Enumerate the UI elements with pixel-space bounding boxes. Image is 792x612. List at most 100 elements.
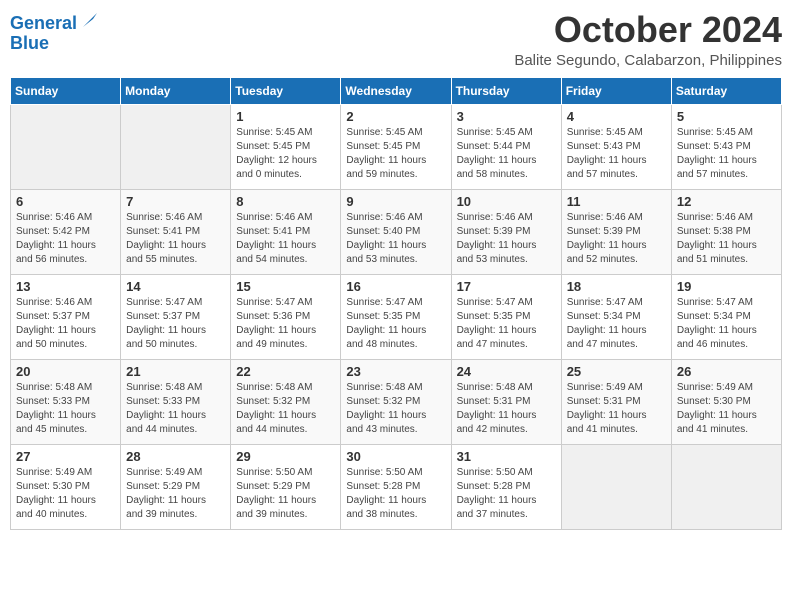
calendar-table: SundayMondayTuesdayWednesdayThursdayFrid… (10, 77, 782, 530)
day-cell: 9 Sunrise: 5:46 AM Sunset: 5:40 PM Daylig… (341, 189, 451, 274)
day-cell: 26Sunrise: 5:49 AM Sunset: 5:30 PM Dayli… (671, 359, 781, 444)
day-number: 4 (567, 109, 666, 124)
day-cell: 5Sunrise: 5:45 AM Sunset: 5:43 PM Daylig… (671, 104, 781, 189)
day-info: Sunrise: 5:48 AM Sunset: 5:32 PM Dayligh… (346, 381, 445, 437)
day-cell: 21 Sunrise: 5:48 AM Sunset: 5:33 PM Dayli… (121, 359, 231, 444)
day-cell: 25 Sunrise: 5:49 AM Sunset: 5:31 PM Dayli… (561, 359, 671, 444)
day-cell: 13 Sunrise: 5:46 AM Sunset: 5:37 PM Dayli… (11, 274, 121, 359)
day-cell: 3 Sunrise: 5:45 AM Sunset: 5:44 PM Daylig… (451, 104, 561, 189)
week-row-5: 27 Sunrise: 5:49 AM Sunset: 5:30 PM Dayli… (11, 444, 782, 529)
day-cell (11, 104, 121, 189)
day-info: Sunrise: 5:47 AM Sunset: 5:37 PM Dayligh… (126, 296, 225, 352)
day-info: Sunrise: 5:48 AM Sunset: 5:32 PM Dayligh… (236, 381, 335, 437)
day-info: Sunrise: 5:46 AM Sunset: 5:39 PM Dayligh… (567, 211, 666, 267)
day-cell (121, 104, 231, 189)
day-info: Sunrise: 5:49 AM Sunset: 5:30 PM Dayligh… (16, 466, 115, 522)
day-cell: 10 Sunrise: 5:46 AM Sunset: 5:39 PM Dayli… (451, 189, 561, 274)
day-number: 22 (236, 364, 335, 379)
day-number: 19 (677, 279, 776, 294)
day-info: Sunrise: 5:46 AM Sunset: 5:40 PM Dayligh… (346, 211, 445, 267)
day-info: Sunrise: 5:46 AM Sunset: 5:41 PM Dayligh… (236, 211, 335, 267)
day-info: Sunrise: 5:47 AM Sunset: 5:35 PM Dayligh… (346, 296, 445, 352)
day-info: Sunrise: 5:45 AM Sunset: 5:45 PM Dayligh… (346, 126, 445, 182)
day-number: 31 (457, 449, 556, 464)
day-info: Sunrise: 5:48 AM Sunset: 5:33 PM Dayligh… (126, 381, 225, 437)
day-number: 13 (16, 279, 115, 294)
day-number: 30 (346, 449, 445, 464)
day-info: Sunrise: 5:47 AM Sunset: 5:35 PM Dayligh… (457, 296, 556, 352)
day-info: Sunrise: 5:46 AM Sunset: 5:41 PM Dayligh… (126, 211, 225, 267)
day-cell: 18Sunrise: 5:47 AM Sunset: 5:34 PM Dayli… (561, 274, 671, 359)
logo-bird-icon (79, 13, 97, 31)
header-cell-sunday: Sunday (11, 77, 121, 104)
day-number: 1 (236, 109, 335, 124)
title-block: October 2024 Balite Segundo, Calabarzon,… (514, 10, 782, 69)
day-number: 15 (236, 279, 335, 294)
day-info: Sunrise: 5:45 AM Sunset: 5:44 PM Dayligh… (457, 126, 556, 182)
day-number: 9 (346, 194, 445, 209)
day-cell: 31 Sunrise: 5:50 AM Sunset: 5:28 PM Dayli… (451, 444, 561, 529)
day-cell: 22 Sunrise: 5:48 AM Sunset: 5:32 PM Dayli… (231, 359, 341, 444)
month-title: October 2024 (514, 10, 782, 50)
day-cell: 30Sunrise: 5:50 AM Sunset: 5:28 PM Dayli… (341, 444, 451, 529)
day-number: 16 (346, 279, 445, 294)
day-info: Sunrise: 5:48 AM Sunset: 5:33 PM Dayligh… (16, 381, 115, 437)
day-cell: 7 Sunrise: 5:46 AM Sunset: 5:41 PM Daylig… (121, 189, 231, 274)
day-info: Sunrise: 5:46 AM Sunset: 5:42 PM Dayligh… (16, 211, 115, 267)
day-cell: 19 Sunrise: 5:47 AM Sunset: 5:34 PM Dayli… (671, 274, 781, 359)
day-cell: 27 Sunrise: 5:49 AM Sunset: 5:30 PM Dayli… (11, 444, 121, 529)
day-info: Sunrise: 5:47 AM Sunset: 5:34 PM Dayligh… (677, 296, 776, 352)
day-info: Sunrise: 5:48 AM Sunset: 5:31 PM Dayligh… (457, 381, 556, 437)
day-cell: 4 Sunrise: 5:45 AM Sunset: 5:43 PM Daylig… (561, 104, 671, 189)
day-number: 29 (236, 449, 335, 464)
day-cell: 1 Sunrise: 5:45 AM Sunset: 5:45 PM Daylig… (231, 104, 341, 189)
day-info: Sunrise: 5:49 AM Sunset: 5:31 PM Dayligh… (567, 381, 666, 437)
week-row-2: 6 Sunrise: 5:46 AM Sunset: 5:42 PM Daylig… (11, 189, 782, 274)
day-number: 21 (126, 364, 225, 379)
day-number: 10 (457, 194, 556, 209)
day-info: Sunrise: 5:45 AM Sunset: 5:45 PM Dayligh… (236, 126, 335, 182)
header-row: SundayMondayTuesdayWednesdayThursdayFrid… (11, 77, 782, 104)
day-number: 25 (567, 364, 666, 379)
day-number: 6 (16, 194, 115, 209)
day-info: Sunrise: 5:47 AM Sunset: 5:36 PM Dayligh… (236, 296, 335, 352)
day-cell (561, 444, 671, 529)
page-header: General Blue October 2024 Balite Segundo… (10, 10, 782, 69)
logo: General Blue (10, 14, 97, 54)
day-cell: 12Sunrise: 5:46 AM Sunset: 5:38 PM Dayli… (671, 189, 781, 274)
day-number: 2 (346, 109, 445, 124)
week-row-1: 1 Sunrise: 5:45 AM Sunset: 5:45 PM Daylig… (11, 104, 782, 189)
day-cell: 14 Sunrise: 5:47 AM Sunset: 5:37 PM Dayli… (121, 274, 231, 359)
day-cell: 16 Sunrise: 5:47 AM Sunset: 5:35 PM Dayli… (341, 274, 451, 359)
week-row-4: 20 Sunrise: 5:48 AM Sunset: 5:33 PM Dayli… (11, 359, 782, 444)
day-number: 5 (677, 109, 776, 124)
day-number: 18 (567, 279, 666, 294)
location-title: Balite Segundo, Calabarzon, Philippines (514, 52, 782, 69)
day-cell: 28Sunrise: 5:49 AM Sunset: 5:29 PM Dayli… (121, 444, 231, 529)
day-cell: 23 Sunrise: 5:48 AM Sunset: 5:32 PM Dayli… (341, 359, 451, 444)
day-cell: 6 Sunrise: 5:46 AM Sunset: 5:42 PM Daylig… (11, 189, 121, 274)
day-info: Sunrise: 5:46 AM Sunset: 5:39 PM Dayligh… (457, 211, 556, 267)
day-cell: 11 Sunrise: 5:46 AM Sunset: 5:39 PM Dayli… (561, 189, 671, 274)
day-number: 23 (346, 364, 445, 379)
day-cell: 24 Sunrise: 5:48 AM Sunset: 5:31 PM Dayli… (451, 359, 561, 444)
day-info: Sunrise: 5:45 AM Sunset: 5:43 PM Dayligh… (567, 126, 666, 182)
day-info: Sunrise: 5:46 AM Sunset: 5:37 PM Dayligh… (16, 296, 115, 352)
header-cell-thursday: Thursday (451, 77, 561, 104)
header-cell-friday: Friday (561, 77, 671, 104)
day-number: 7 (126, 194, 225, 209)
header-cell-tuesday: Tuesday (231, 77, 341, 104)
day-cell (671, 444, 781, 529)
day-number: 24 (457, 364, 556, 379)
day-cell: 2 Sunrise: 5:45 AM Sunset: 5:45 PM Daylig… (341, 104, 451, 189)
day-cell: 8Sunrise: 5:46 AM Sunset: 5:41 PM Daylig… (231, 189, 341, 274)
day-number: 3 (457, 109, 556, 124)
day-number: 11 (567, 194, 666, 209)
day-number: 26 (677, 364, 776, 379)
logo-text-blue: Blue (10, 34, 49, 54)
day-info: Sunrise: 5:50 AM Sunset: 5:28 PM Dayligh… (457, 466, 556, 522)
header-cell-saturday: Saturday (671, 77, 781, 104)
day-number: 27 (16, 449, 115, 464)
day-number: 20 (16, 364, 115, 379)
day-number: 14 (126, 279, 225, 294)
